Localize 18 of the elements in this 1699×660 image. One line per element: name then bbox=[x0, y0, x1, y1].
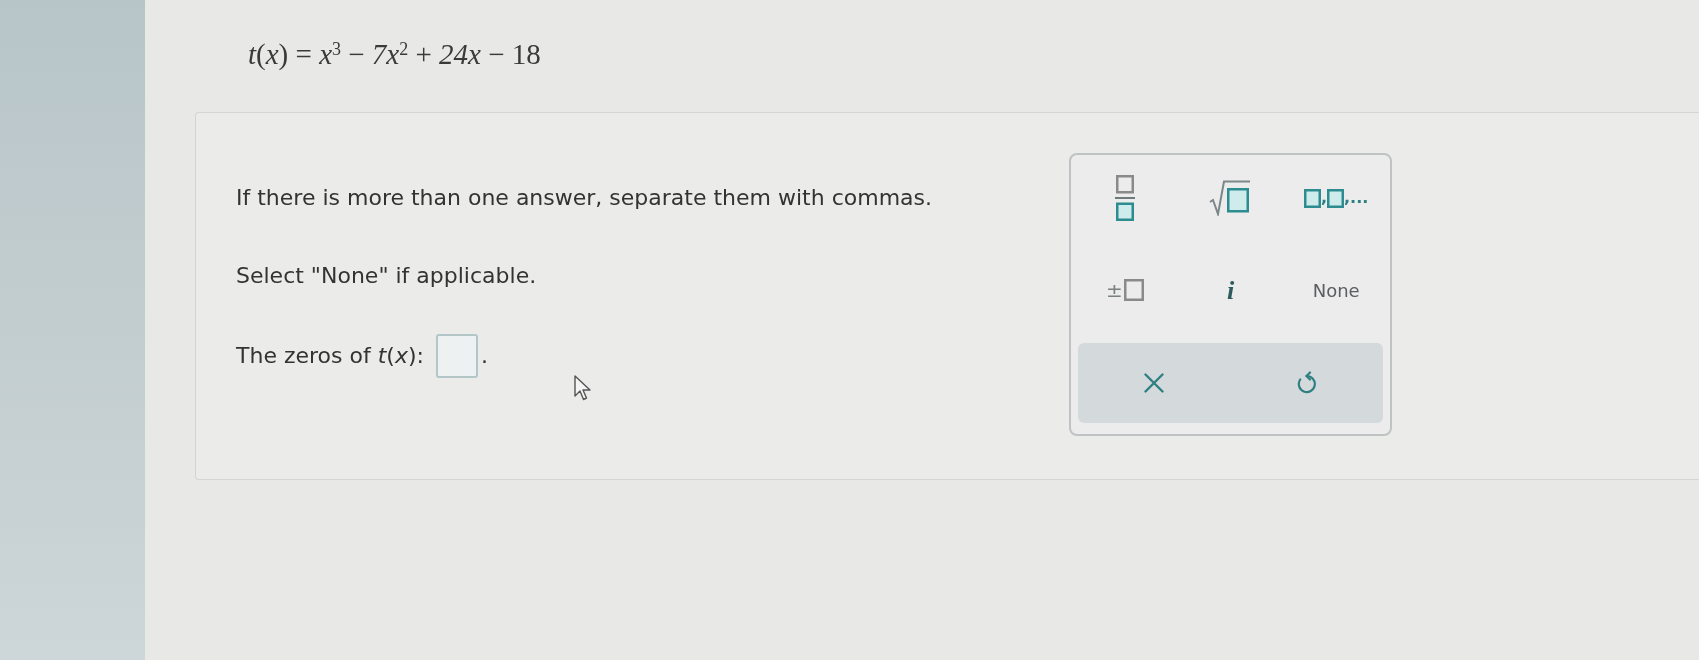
template-box-icon bbox=[1123, 279, 1144, 301]
fraction-template-icon bbox=[1114, 175, 1135, 221]
imaginary-unit-key[interactable]: i bbox=[1183, 260, 1278, 320]
prompt-text: The zeros of t(x): bbox=[236, 342, 424, 370]
template-box-icon bbox=[1303, 188, 1321, 208]
list-key[interactable]: , ,... bbox=[1289, 168, 1383, 228]
period-text: . bbox=[480, 342, 488, 370]
template-box-icon bbox=[1327, 188, 1345, 208]
cursor-icon bbox=[574, 375, 591, 401]
instruction-text: If there is more than one answer, separate them with commas. bbox=[236, 184, 932, 212]
square-root-template-icon bbox=[1209, 180, 1252, 216]
plus-minus-key[interactable]: ± bbox=[1078, 260, 1172, 320]
answer-box[interactable] bbox=[435, 334, 478, 378]
none-key[interactable]: None bbox=[1289, 260, 1383, 320]
equation-text: t(x) = x$^{3}$ − 7x$^{2}$ + 24x − 18 bbox=[248, 37, 541, 72]
instruction-text: Select "None" if applicable. bbox=[236, 262, 537, 290]
close-icon bbox=[1144, 373, 1165, 393]
undo-icon bbox=[1296, 371, 1317, 395]
